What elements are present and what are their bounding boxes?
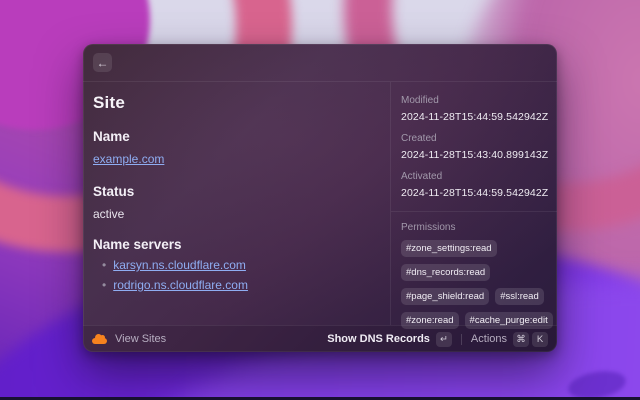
permission-tag-row: #zone:read#cache_purge:edit bbox=[401, 312, 547, 329]
nameserver-link[interactable]: karsyn.ns.cloudflare.com bbox=[113, 258, 246, 272]
enter-key-icon: ↵ bbox=[436, 332, 452, 347]
created-value: 2024-11-28T15:43:40.899143Z bbox=[401, 149, 547, 161]
window-header: ← bbox=[83, 44, 557, 82]
cloudflare-cloud-icon bbox=[92, 338, 107, 344]
name-section-heading: Name bbox=[93, 129, 376, 144]
nameserver-item: • rodrigo.ns.cloudflare.com bbox=[93, 278, 376, 292]
permission-tag: #page_shield:read bbox=[401, 288, 489, 305]
permission-tag: #dns_records:read bbox=[401, 264, 490, 281]
footer-actions: Show DNS Records ↵ Actions ⌘K bbox=[327, 332, 548, 347]
window-content: Site Name example.com Status active Name… bbox=[83, 82, 557, 325]
modified-value: 2024-11-28T15:44:59.542942Z bbox=[401, 111, 547, 123]
back-button[interactable]: ← bbox=[93, 53, 112, 72]
permission-tag-row: #dns_records:read bbox=[401, 264, 547, 281]
bullet-icon: • bbox=[102, 279, 106, 291]
status-value: active bbox=[93, 207, 376, 221]
nameserver-list: • karsyn.ns.cloudflare.com • rodrigo.ns.clo… bbox=[93, 258, 376, 292]
activated-value: 2024-11-28T15:44:59.542942Z bbox=[401, 187, 547, 199]
permission-tag: #zone:read bbox=[401, 312, 459, 329]
nameserver-item: • karsyn.ns.cloudflare.com bbox=[93, 258, 376, 272]
back-arrow-icon: ← bbox=[97, 57, 109, 69]
metadata-separator bbox=[391, 211, 557, 212]
footer-left: View Sites bbox=[92, 333, 327, 345]
permissions-label: Permissions bbox=[401, 222, 547, 233]
extension-name: View Sites bbox=[115, 333, 166, 345]
permission-tag: #zone_settings:read bbox=[401, 240, 497, 257]
bullet-icon: • bbox=[102, 259, 106, 271]
metadata-panel: Modified 2024-11-28T15:44:59.542942Z Cre… bbox=[390, 82, 557, 325]
command-key-icon: ⌘ bbox=[513, 332, 529, 347]
window-footer: View Sites Show DNS Records ↵ Actions ⌘K bbox=[83, 325, 557, 352]
permissions-tags: #zone_settings:read #dns_records:read #pag… bbox=[401, 240, 547, 329]
actions-shortcut-keys: ⌘K bbox=[513, 332, 548, 347]
footer-divider bbox=[461, 334, 462, 345]
created-label: Created bbox=[401, 133, 547, 144]
activated-label: Activated bbox=[401, 171, 547, 182]
permission-tag: #ssl:read bbox=[495, 288, 544, 305]
primary-action-button[interactable]: Show DNS Records bbox=[327, 333, 430, 345]
actions-menu-button[interactable]: Actions bbox=[471, 333, 507, 345]
permission-tag-row: #page_shield:read #ssl:read bbox=[401, 288, 547, 305]
modified-label: Modified bbox=[401, 95, 547, 106]
detail-main: Site Name example.com Status active Name… bbox=[83, 82, 390, 325]
site-detail-window: ← Site Name example.com Status active Na… bbox=[83, 44, 557, 352]
site-name-link[interactable]: example.com bbox=[93, 152, 164, 166]
permission-tag: #cache_purge:edit bbox=[465, 312, 553, 329]
status-section-heading: Status bbox=[93, 184, 376, 199]
nameservers-section-heading: Name servers bbox=[93, 237, 376, 252]
permission-tag-row: #zone_settings:read bbox=[401, 240, 547, 257]
k-key-icon: K bbox=[532, 332, 548, 347]
nameserver-link[interactable]: rodrigo.ns.cloudflare.com bbox=[113, 278, 248, 292]
page-title: Site bbox=[93, 93, 376, 113]
